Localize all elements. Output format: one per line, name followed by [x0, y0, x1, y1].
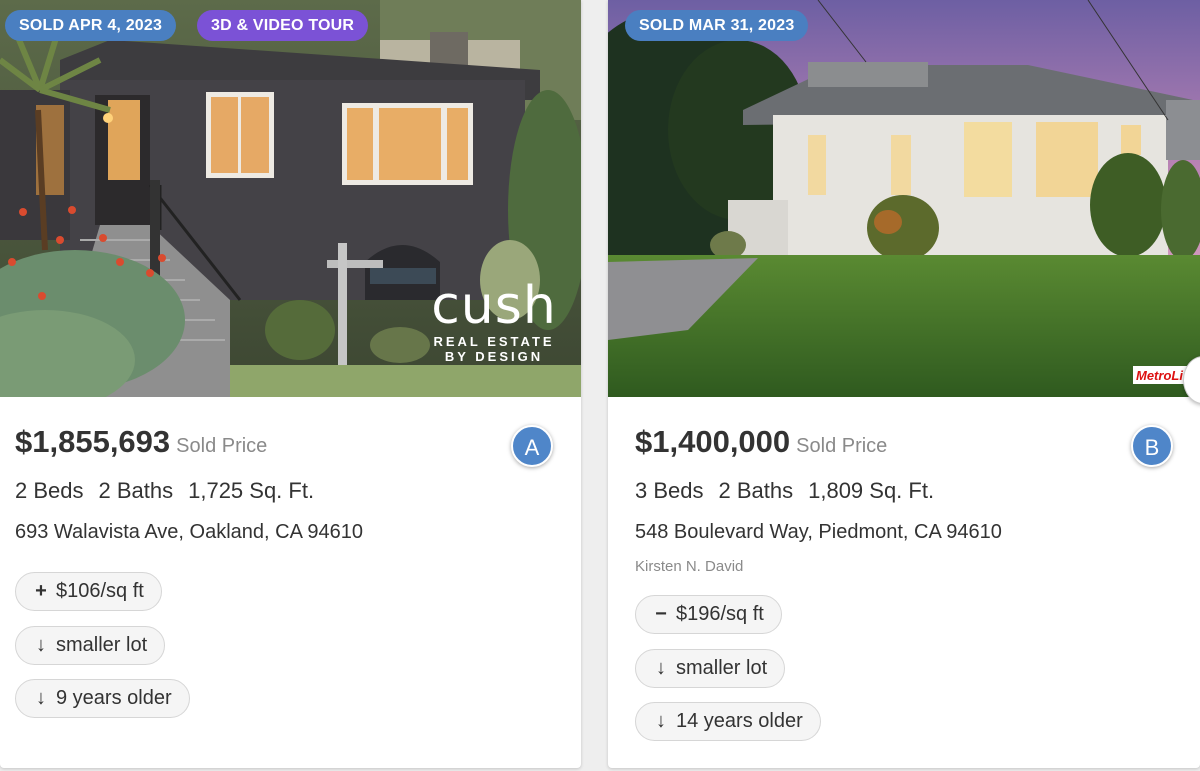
address[interactable]: 693 Walavista Ave, Oakland, CA 94610: [15, 521, 363, 544]
listing-photo-a[interactable]: SOLD APR 4, 2023 3D & VIDEO TOUR cush RE…: [0, 0, 581, 397]
listing-photo-b[interactable]: MetroLi SOLD MAR 31, 2023: [608, 0, 1200, 397]
watermark-line1: REAL ESTATE: [433, 334, 555, 349]
sqft: 1,809 Sq. Ft.: [808, 478, 935, 503]
map-marker-b[interactable]: B: [1131, 425, 1173, 467]
sold-price-label: Sold Price: [176, 435, 268, 457]
arrow-down-icon: ↓: [36, 687, 46, 709]
watermark-brand: cush: [431, 276, 557, 336]
watermark-line2: BY DESIGN: [444, 349, 544, 364]
brokerage-watermark: cush REAL ESTATE BY DESIGN: [418, 278, 570, 364]
lot-size-chip[interactable]: ↓ smaller lot: [635, 649, 786, 688]
arrow-down-icon: ↓: [656, 710, 666, 732]
sold-date-badge: SOLD APR 4, 2023: [5, 10, 177, 41]
chip-label: $106/sq ft: [56, 580, 144, 602]
baths: 2 Baths: [98, 478, 174, 503]
chip-label: $196/sq ft: [676, 603, 764, 625]
arrow-down-icon: ↓: [36, 634, 46, 656]
listing-stats: 2 Beds 2 Baths 1,725 Sq. Ft.: [15, 478, 329, 504]
beds: 3 Beds: [635, 478, 704, 503]
price-row: $1,400,000 Sold Price: [635, 424, 887, 460]
plus-icon: +: [35, 580, 47, 602]
chip-label: 9 years older: [56, 687, 172, 709]
arrow-down-icon: ↓: [656, 657, 666, 679]
listing-agent: Kirsten N. David: [635, 558, 744, 575]
house-photo-b: MetroLi: [608, 0, 1200, 397]
watermark-brand: MetroLi: [1136, 368, 1183, 383]
chip-label: 14 years older: [676, 710, 803, 732]
price-per-sqft-chip[interactable]: − $196/sq ft: [635, 595, 782, 634]
listing-card-b[interactable]: MetroLi SOLD MAR 31, 2023 $1,400,000 Sold…: [608, 0, 1200, 768]
sold-price: $1,855,693: [15, 424, 171, 459]
age-chip[interactable]: ↓ 14 years older: [635, 702, 821, 741]
sold-price: $1,400,000: [635, 424, 791, 459]
sqft: 1,725 Sq. Ft.: [188, 478, 315, 503]
lot-size-chip[interactable]: ↓ smaller lot: [15, 626, 166, 665]
minus-icon: −: [655, 603, 667, 625]
beds: 2 Beds: [15, 478, 84, 503]
3d-video-tour-badge[interactable]: 3D & VIDEO TOUR: [197, 10, 369, 41]
sold-date-badge: SOLD MAR 31, 2023: [625, 10, 809, 41]
listing-card-a[interactable]: SOLD APR 4, 2023 3D & VIDEO TOUR cush RE…: [0, 0, 581, 768]
baths: 2 Baths: [718, 478, 794, 503]
chip-label: smaller lot: [56, 634, 148, 656]
address[interactable]: 548 Boulevard Way, Piedmont, CA 94610: [635, 521, 1002, 544]
price-per-sqft-chip[interactable]: + $106/sq ft: [15, 572, 162, 611]
age-chip[interactable]: ↓ 9 years older: [15, 679, 190, 718]
sold-price-label: Sold Price: [796, 435, 888, 457]
map-marker-a[interactable]: A: [511, 425, 553, 467]
price-row: $1,855,693 Sold Price: [15, 424, 267, 460]
chip-label: smaller lot: [676, 657, 768, 679]
listing-stats: 3 Beds 2 Baths 1,809 Sq. Ft.: [635, 478, 949, 504]
